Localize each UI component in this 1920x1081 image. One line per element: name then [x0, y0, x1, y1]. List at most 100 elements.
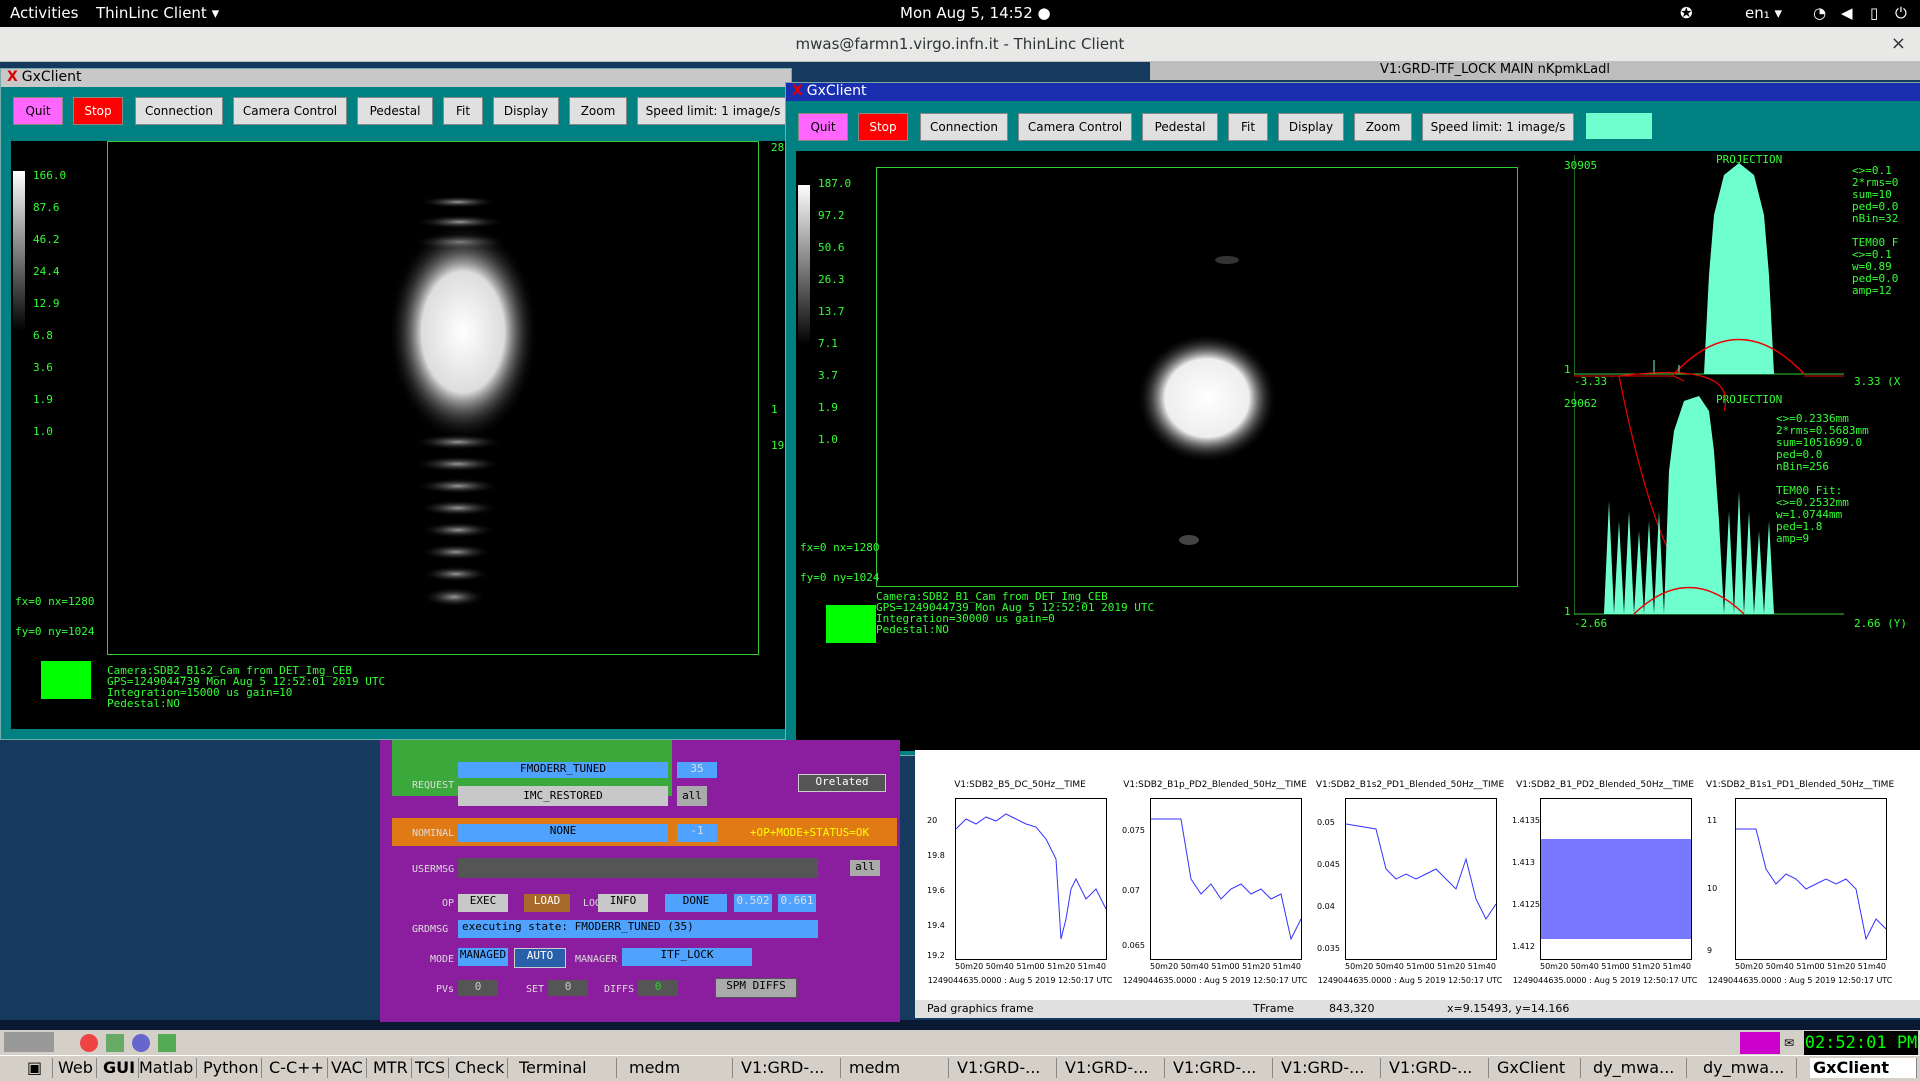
request-menu[interactable]: IMC_RESTORED [458, 786, 668, 806]
nominal-value: NONE [458, 824, 668, 842]
taskbar-item[interactable]: dy_mwa... [1590, 1058, 1687, 1078]
wifi-icon[interactable]: ◔ [1813, 4, 1826, 22]
tray-clock: 02:52:01 PM [1804, 1031, 1918, 1055]
taskbar-item[interactable]: Terminal [516, 1058, 617, 1078]
taskbar-item[interactable]: medm [846, 1058, 949, 1078]
op-menu[interactable]: EXEC [458, 894, 508, 912]
y-tick: 0.035 [1317, 944, 1340, 953]
taskbar-item[interactable]: medm [626, 1058, 733, 1078]
taskbar-item[interactable]: Matlab [136, 1058, 198, 1078]
time-series-plot[interactable]: V1:SDB2_B1s2_PD1_Blended_50Hz__TIME 0.05… [1315, 776, 1505, 996]
mail-icon[interactable]: ✉ [1784, 1036, 1794, 1050]
camera-image-area[interactable]: 187.0 97.2 50.6 26.3 13.7 7.1 3.7 1.9 1.… [796, 151, 1920, 751]
camera-image-area[interactable]: 166.0 87.6 46.2 24.4 12.9 6.8 3.6 1.9 1.… [11, 141, 804, 729]
clock[interactable]: Mon Aug 5, 14:52 ● [900, 4, 1051, 22]
camera-control-button[interactable]: Camera Control [1018, 113, 1132, 141]
fx-readout: fx=0 nx=1280 [800, 541, 880, 554]
nominal-label: NOMINAL [412, 828, 455, 839]
all-button[interactable]: all [677, 786, 707, 806]
connection-button[interactable]: Connection [920, 113, 1008, 141]
taskbar-item[interactable]: V1:GRD-... [738, 1058, 841, 1078]
connection-button[interactable]: Connection [135, 97, 223, 125]
plot-area [1540, 798, 1692, 960]
display-button[interactable]: Display [1278, 113, 1344, 141]
root-canvas-window: V1:SDB2_B5_DC_50Hz__TIME 20 19.8 19.6 19… [915, 750, 1920, 1018]
accessibility-icon[interactable]: ✪ [1680, 4, 1693, 22]
scale-label: 24.4 [33, 265, 60, 278]
stop-button[interactable]: Stop [858, 113, 908, 141]
proj-xmax: 3.33 (X [1854, 375, 1901, 388]
auto-button[interactable]: AUTO [514, 948, 566, 968]
taskbar-item[interactable]: GUI [100, 1058, 140, 1078]
taskbar-item[interactable]: V1:GRD-... [1278, 1058, 1381, 1078]
zoom-button[interactable]: Zoom [569, 97, 627, 125]
taskbar-item[interactable]: GxClient [1494, 1058, 1581, 1078]
volume-icon[interactable]: ◀ [1841, 4, 1853, 22]
taskbar-item[interactable]: Web [55, 1058, 97, 1078]
firefox-icon[interactable] [80, 1034, 98, 1052]
camera-control-button[interactable]: Camera Control [233, 97, 347, 125]
settings-icon[interactable] [106, 1034, 124, 1052]
power-menu-icon[interactable]: ⏻ [1895, 4, 1907, 22]
fy-readout: fy=0 ny=1024 [15, 625, 95, 638]
language-menu[interactable]: en₁ ▾ [1745, 4, 1782, 22]
taskbar-item[interactable]: V1:GRD-... [1170, 1058, 1273, 1078]
taskbar-item[interactable]: V1:GRD-... [954, 1058, 1057, 1078]
taskbar-item[interactable]: C-C++ [266, 1058, 328, 1078]
time-series-plot[interactable]: V1:SDB2_B1s1_PD1_Blended_50Hz__TIME 11 1… [1705, 776, 1895, 996]
activities-button[interactable]: Activities [10, 4, 78, 22]
taskbar-item[interactable]: Python [200, 1058, 263, 1078]
log-menu[interactable]: INFO [598, 894, 648, 912]
show-desktop-icon[interactable]: ▣ [24, 1058, 53, 1078]
fit-button[interactable]: Fit [443, 97, 483, 125]
y-tick: 1.412 [1512, 942, 1535, 951]
taskbar-item[interactable]: TCS [412, 1058, 450, 1078]
gx1-titlebar[interactable]: X GxClient [1, 69, 791, 87]
beam-spot [1137, 333, 1277, 463]
taskbar-item[interactable]: V1:GRD-... [1386, 1058, 1489, 1078]
load-button[interactable]: LOAD [524, 894, 570, 912]
time-series-plot[interactable]: V1:SDB2_B1_PD2_Blended_50Hz__TIME 1.4135… [1510, 776, 1700, 996]
manager-value: ITF_LOCK [622, 948, 752, 966]
y-tick: 1.413 [1512, 858, 1535, 867]
plot-title: V1:SDB2_B5_DC_50Hz__TIME [954, 780, 1086, 790]
pedestal-button[interactable]: Pedestal [357, 97, 433, 125]
display-button[interactable]: Display [493, 97, 559, 125]
taskbar-item[interactable]: dy_mwa... [1700, 1058, 1797, 1078]
terminal-icon[interactable] [158, 1034, 176, 1052]
stop-button[interactable]: Stop [73, 97, 123, 125]
zoom-button[interactable]: Zoom [1354, 113, 1412, 141]
pedestal-button[interactable]: Pedestal [1142, 113, 1218, 141]
time-series-plot[interactable]: V1:SDB2_B5_DC_50Hz__TIME 20 19.8 19.6 19… [925, 776, 1115, 996]
taskbar-item[interactable]: MTR [370, 1058, 412, 1078]
speed-limit-button[interactable]: Speed limit: 1 image/s [1422, 113, 1574, 141]
scale-label: 1.9 [818, 401, 838, 414]
pager-widget[interactable] [4, 1032, 54, 1052]
quit-button[interactable]: Quit [798, 113, 848, 141]
gx2-titlebar[interactable]: X GxClient [786, 83, 1920, 101]
all-button[interactable]: all [850, 860, 880, 876]
related-button[interactable]: Orelated [798, 774, 886, 792]
taskbar-item-active[interactable]: GxClient [1810, 1058, 1917, 1078]
done-status: DONE [665, 894, 727, 912]
side-label: 1 [771, 403, 778, 416]
stat: nBin=256 [1776, 460, 1829, 473]
time-series-plot[interactable]: V1:SDB2_B1p_PD2_Blended_50Hz__TIME 0.075… [1120, 776, 1310, 996]
taskbar-item[interactable]: V1:GRD-... [1062, 1058, 1165, 1078]
y-tick: 0.075 [1122, 826, 1145, 835]
browser-icon[interactable] [132, 1034, 150, 1052]
spm-diffs-button[interactable]: SPM DIFFS [715, 978, 797, 998]
grdmsg-label: GRDMSG [412, 924, 449, 935]
gx1-title: GxClient [21, 69, 82, 85]
speed-limit-button[interactable]: Speed limit: 1 image/s [637, 97, 789, 125]
taskbar-item[interactable]: Check [452, 1058, 509, 1078]
stat: amp=9 [1776, 532, 1810, 545]
pvs-label: PVs [436, 984, 455, 995]
x-icon: X [792, 83, 803, 99]
close-window-button[interactable]: × [1891, 33, 1906, 54]
app-menu[interactable]: ThinLinc Client ▾ [96, 4, 219, 22]
taskbar-item[interactable]: VAC [328, 1058, 367, 1078]
quit-button[interactable]: Quit [13, 97, 63, 125]
battery-icon[interactable]: ▯ [1870, 4, 1878, 22]
fit-button[interactable]: Fit [1228, 113, 1268, 141]
